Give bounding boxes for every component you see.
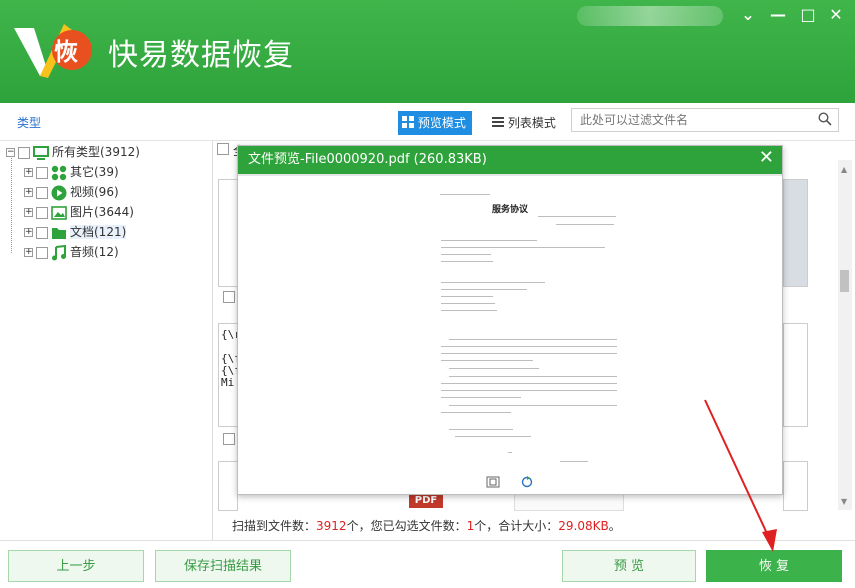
close-icon[interactable]: ✕ xyxy=(825,4,847,26)
app-header: 恢 快易数据恢复 ⌄ — □ ✕ xyxy=(0,0,855,103)
save-scan-result-button[interactable]: 保存扫描结果 xyxy=(155,550,291,582)
computer-icon xyxy=(33,145,49,160)
filter-input[interactable] xyxy=(572,109,802,131)
dropdown-icon[interactable]: ⌄ xyxy=(737,4,759,26)
rotate-icon[interactable] xyxy=(520,476,534,488)
recover-button[interactable]: 恢 复 xyxy=(706,550,842,582)
document-title: 服务协议 xyxy=(491,205,528,215)
account-info-blurred xyxy=(577,6,723,26)
expand-icon[interactable]: + xyxy=(24,208,33,217)
grid-scrollbar[interactable] xyxy=(838,160,852,510)
app-title: 快易数据恢复 xyxy=(108,38,294,73)
list-mode-label: 列表模式 xyxy=(507,116,556,130)
list-view-icon xyxy=(492,117,504,127)
select-all-checkbox[interactable] xyxy=(217,143,229,155)
status-prefix: 扫描到文件数： xyxy=(232,519,317,533)
music-icon xyxy=(52,244,66,260)
minimize-icon[interactable]: — xyxy=(767,4,789,26)
play-icon xyxy=(51,185,67,200)
folder-icon xyxy=(52,227,66,239)
file-type-tree: − 所有类型(3912) + 其它(39) + 视频(96) + 图片(3644) + 文… xyxy=(0,141,213,541)
preview-button[interactable]: 预 览 xyxy=(562,550,696,582)
status-text: 个，合计大小： xyxy=(474,519,559,533)
file-thumbnail[interactable] xyxy=(783,179,808,287)
type-label: 类型 xyxy=(17,116,42,130)
tree-checkbox[interactable] xyxy=(36,226,48,239)
tree-checkbox[interactable] xyxy=(36,246,48,259)
pdf-badge: PDF xyxy=(409,493,443,508)
tree-checkbox[interactable] xyxy=(36,186,48,199)
scroll-down-icon[interactable]: ▼ xyxy=(841,497,847,506)
scroll-up-icon[interactable]: ▲ xyxy=(841,165,847,174)
tree-label: 视频(96) xyxy=(70,185,119,199)
scan-status: 扫描到文件数：3912个，您已勾选文件数：1个，合计大小：29.08KB。 xyxy=(232,517,621,534)
file-thumbnail[interactable] xyxy=(783,461,808,511)
tree-label: 文档(121) xyxy=(70,225,127,239)
status-text: 个，您已勾选文件数： xyxy=(346,519,467,533)
image-icon xyxy=(51,205,67,220)
grid-icon xyxy=(51,165,67,180)
file-checkbox[interactable] xyxy=(223,433,235,445)
tree-item-video[interactable]: + 视频(96) xyxy=(24,182,119,202)
expand-icon[interactable]: + xyxy=(24,188,33,197)
file-preview-dialog: 文件预览-File0000920.pdf (260.83KB) ✕ 服务协议 xyxy=(237,145,783,495)
expand-icon[interactable]: + xyxy=(24,248,33,257)
grid-view-icon xyxy=(402,116,414,128)
search-icon[interactable] xyxy=(818,112,832,126)
dialog-title: 文件预览-File0000920.pdf (260.83KB) xyxy=(238,146,782,174)
expand-icon[interactable]: + xyxy=(24,228,33,237)
tree-label: 其它(39) xyxy=(70,165,119,179)
document-preview: 服务协议 xyxy=(238,176,782,494)
tree-label: 图片(3644) xyxy=(70,205,134,219)
filter-box xyxy=(571,108,839,132)
dialog-close-icon[interactable]: ✕ xyxy=(759,147,774,168)
preview-mode-label: 预览模式 xyxy=(417,116,466,130)
file-thumbnail[interactable] xyxy=(514,493,624,511)
tree-item-image[interactable]: + 图片(3644) xyxy=(24,202,134,222)
file-thumbnail[interactable] xyxy=(783,323,808,427)
list-mode-button[interactable]: 列表模式 xyxy=(488,111,562,135)
total-size: 29.08KB xyxy=(558,519,609,533)
tree-label: 音频(12) xyxy=(70,245,119,259)
file-thumbnail[interactable] xyxy=(218,461,238,511)
logo-text: 恢 xyxy=(54,38,78,66)
preview-mode-button[interactable]: 预览模式 xyxy=(398,111,472,135)
file-checkbox[interactable] xyxy=(223,291,235,303)
tree-checkbox[interactable] xyxy=(18,146,30,159)
maximize-icon[interactable]: □ xyxy=(797,4,819,26)
tree-label: 所有类型(3912) xyxy=(52,145,140,159)
tree-checkbox[interactable] xyxy=(36,166,48,179)
collapse-icon[interactable]: − xyxy=(6,148,15,157)
tree-item-document[interactable]: + 文档(121) xyxy=(24,222,127,242)
dialog-title-text: 文件预览-File0000920.pdf (260.83KB) xyxy=(248,152,487,167)
file-thumbnail[interactable] xyxy=(218,179,238,287)
status-suffix: 。 xyxy=(608,519,621,533)
expand-icon[interactable]: + xyxy=(24,168,33,177)
document-page: 服务协议 xyxy=(238,176,782,494)
tree-item-other[interactable]: + 其它(39) xyxy=(24,162,119,182)
tree-item-audio[interactable]: + 音频(12) xyxy=(24,242,119,262)
scrollbar-thumb[interactable] xyxy=(840,270,849,292)
tree-root[interactable]: − 所有类型(3912) xyxy=(6,142,140,162)
app-logo-icon: 恢 xyxy=(14,24,92,78)
back-button[interactable]: 上一步 xyxy=(8,550,144,582)
scanned-count: 3912 xyxy=(316,519,347,533)
tree-checkbox[interactable] xyxy=(36,206,48,219)
fit-page-icon[interactable] xyxy=(486,476,500,488)
